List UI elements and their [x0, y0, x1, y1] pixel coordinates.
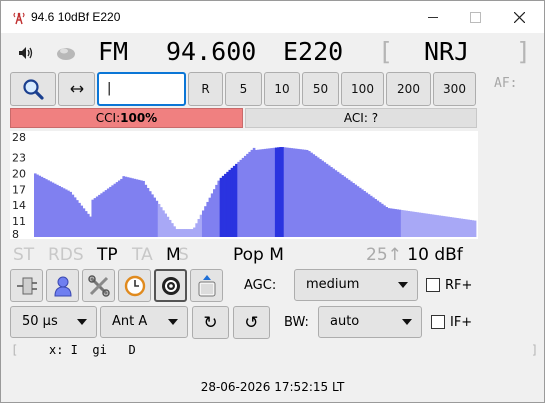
step-5-button[interactable]: 5 — [225, 72, 262, 106]
radio-tower-icon — [13, 12, 25, 25]
signal-readout: 25↑ 10 dBf — [366, 245, 463, 265]
clock-icon — [124, 275, 145, 296]
pi-code: E220 — [283, 37, 344, 66]
user-icon — [53, 276, 72, 296]
signal-max: 25↑ — [366, 245, 402, 265]
rf-plus-checkbox[interactable] — [426, 278, 440, 292]
rds-flag: RDS — [48, 245, 84, 265]
upload-icon — [198, 274, 215, 296]
radiotext-bracket-open: [ — [11, 343, 19, 357]
antenna-select[interactable]: Ant A — [100, 306, 188, 338]
frequency-display: 94.600 — [166, 37, 257, 66]
ps-bracket-open: [ — [378, 37, 394, 66]
if-plus-checkbox[interactable] — [431, 315, 445, 329]
window-title: 94.6 10dBf E220 — [31, 10, 121, 24]
y-tick-label: 28 — [12, 131, 26, 144]
step-300-button[interactable]: 300 — [433, 72, 476, 106]
chevron-down-icon — [168, 319, 178, 325]
reset-button[interactable]: R — [188, 72, 223, 106]
speech-flag: S — [178, 245, 189, 265]
ta-flag: TA — [132, 245, 153, 265]
mode-label: FM — [98, 37, 129, 66]
agc-select[interactable]: medium — [294, 269, 418, 301]
radiotext-bracket-close: ] — [531, 343, 539, 357]
tuner-display: FM 94.600 E220 [ NRJ ] — [1, 37, 544, 69]
deemphasis-select[interactable]: 50 µs — [10, 306, 97, 338]
rf-plus-label: RF+ — [445, 278, 473, 293]
rotate-clockwise-button[interactable]: ↻ — [192, 306, 229, 339]
aci-meter: ACI: ? — [245, 108, 477, 128]
agc-label: AGC: — [244, 278, 277, 293]
search-icon — [23, 79, 44, 100]
cci-label: CCI: — [95, 111, 121, 125]
cci-meter: CCI: 100% — [10, 108, 243, 128]
y-tick-label: 14 — [12, 199, 26, 212]
tp-flag: TP — [97, 245, 118, 265]
close-icon — [513, 11, 525, 23]
step-100-button[interactable]: 100 — [341, 72, 384, 106]
aci-label: ACI: ? — [343, 111, 379, 125]
scan-button[interactable] — [10, 72, 56, 106]
chevron-down-icon — [77, 319, 87, 325]
bw-value: auto — [330, 314, 360, 329]
agc-value: medium — [306, 277, 360, 292]
status-clock: 28-06-2026 17:52:15 LT — [200, 380, 345, 394]
bw-label: BW: — [284, 315, 309, 330]
y-tick-label: 17 — [12, 183, 26, 196]
antenna-value: Ant A — [112, 314, 148, 329]
ps-bracket-close: ] — [516, 37, 532, 66]
app-window: 94.6 10dBf E220 FM 94.600 E220 [ NRJ ] |… — [0, 0, 545, 403]
cci-value: 100% — [120, 111, 158, 125]
rotate-ccw-icon: ↺ — [244, 312, 259, 333]
chevron-down-icon — [402, 319, 412, 325]
stereo-flag: ST — [13, 245, 35, 265]
sleep-timer-button[interactable] — [118, 269, 151, 302]
maximize-button[interactable] — [453, 1, 497, 33]
signal-graph[interactable]: 28 23 20 17 14 118 — [10, 131, 478, 239]
pty-label: Pop M — [233, 245, 284, 265]
y-tick-label: 20 — [12, 167, 26, 180]
target-icon — [161, 276, 180, 295]
scheduler-button[interactable] — [46, 269, 79, 302]
signal-level: 10 dBf — [407, 245, 463, 265]
left-right-arrow-icon — [70, 85, 83, 93]
close-button[interactable] — [497, 1, 541, 33]
bandwidth-arrows-button[interactable] — [58, 72, 95, 106]
radiotext-line: [ x: I gi D ] — [11, 343, 539, 359]
settings-button[interactable] — [82, 269, 115, 302]
plug-icon — [16, 277, 37, 294]
frequency-input[interactable]: | — [97, 72, 186, 106]
step-50-button[interactable]: 50 — [302, 72, 339, 106]
radiotext: x: I gi D — [49, 343, 136, 357]
deemphasis-value: 50 µs — [22, 314, 58, 329]
upload-button[interactable] — [190, 269, 223, 302]
stereo-indicator-icon — [57, 48, 75, 60]
rds-status-row: ST RDS TP TA M S Pop M 25↑ 10 dBf — [1, 245, 544, 269]
step-200-button[interactable]: 200 — [386, 72, 431, 106]
title-bar[interactable]: 94.6 10dBf E220 — [1, 1, 544, 33]
spectrum-bar — [473, 220, 477, 237]
y-tick-label: 8 — [12, 228, 19, 239]
rotate-cw-icon: ↻ — [203, 312, 218, 333]
af-label: AF: — [494, 76, 518, 91]
bandwidth-select[interactable]: auto — [318, 306, 422, 338]
speaker-icon[interactable] — [18, 46, 34, 60]
y-tick-label: 11 — [12, 215, 26, 228]
tools-icon — [87, 274, 110, 297]
spectrum-scan-button[interactable] — [154, 269, 187, 302]
y-tick-label: 23 — [12, 152, 26, 165]
connect-button[interactable] — [10, 269, 43, 302]
step-10-button[interactable]: 10 — [264, 72, 300, 106]
ps-name: NRJ — [424, 37, 470, 66]
minimize-button[interactable] — [411, 1, 455, 33]
chevron-down-icon — [398, 282, 408, 288]
if-plus-label: IF+ — [450, 315, 473, 330]
rotate-counterclockwise-button[interactable]: ↺ — [233, 306, 270, 339]
